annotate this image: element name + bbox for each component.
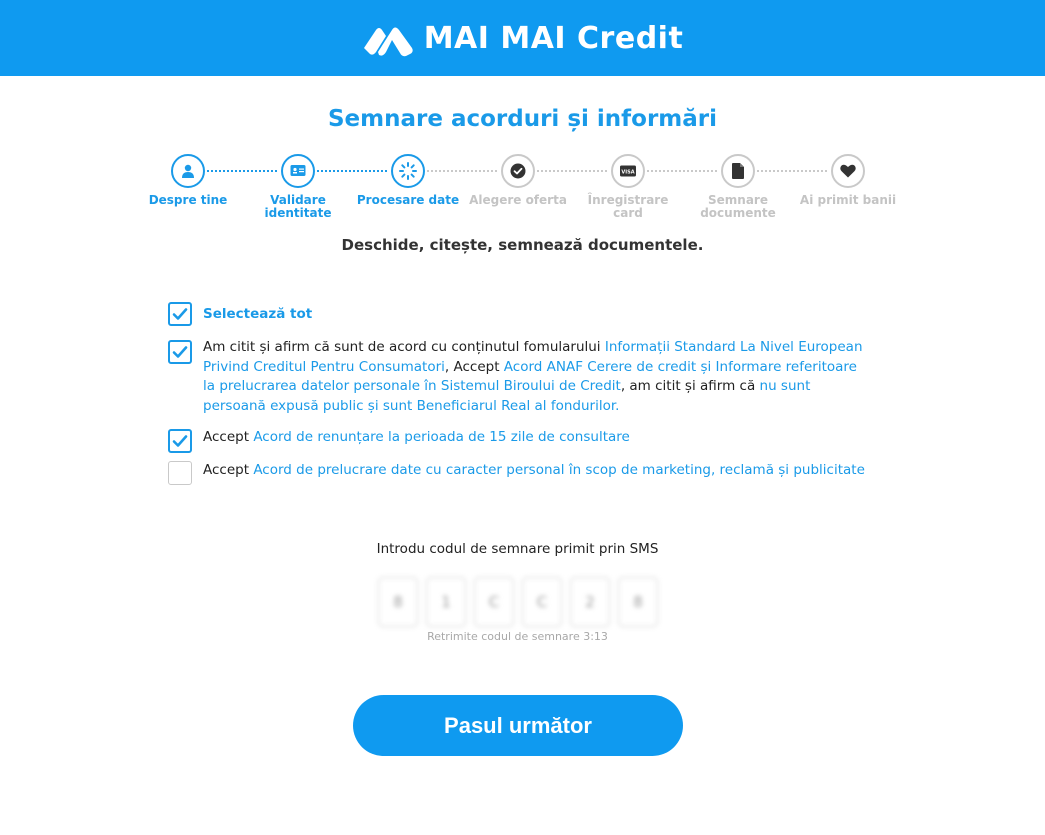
agreement-marketing-row: Accept Acord de prelucrare date cu carac…	[168, 461, 868, 485]
svg-text:VISA: VISA	[621, 169, 634, 175]
checkmark-icon	[172, 346, 188, 358]
agreement-consult-text: Accept Acord de renunțare la perioada de…	[203, 429, 630, 453]
agreement-marketing-text: Accept Acord de prelucrare date cu carac…	[203, 461, 868, 485]
agreement-main-text: Am citit și afirm că sunt de acord cu co…	[203, 338, 868, 416]
brand[interactable]: MAI MAI Credit	[362, 18, 684, 58]
step-validare-identitate: Validare identitate	[243, 154, 353, 220]
sms-code-label: Introdu codul de semnare primit prin SMS	[376, 541, 659, 557]
step-circle: VISA	[611, 154, 645, 188]
sms-code-digit[interactable]: C	[522, 577, 562, 627]
sms-code-digit[interactable]: 8	[378, 577, 418, 627]
step-alegere-oferta: Alegere oferta	[463, 154, 573, 207]
next-step-button[interactable]: Pasul următor	[353, 695, 683, 756]
select-all-label[interactable]: Selectează tot	[203, 302, 312, 326]
agreement-text: Am citit și afirm că sunt de acord cu co…	[203, 339, 605, 355]
step-label: Despre tine	[148, 193, 228, 207]
spinner-icon	[399, 162, 417, 180]
agreement-marketing-checkbox[interactable]	[168, 461, 192, 485]
document-icon	[732, 163, 744, 179]
sms-code-digit[interactable]: 8	[618, 577, 658, 627]
progress-stepper: Despre tine Validare identitate Procesare…	[133, 154, 913, 224]
brand-name: MAI MAI Credit	[423, 20, 684, 56]
agreement-main-checkbox[interactable]	[168, 340, 192, 364]
header-bar: MAI MAI Credit	[0, 0, 1045, 76]
step-circle	[501, 154, 535, 188]
step-label: Semnare documente	[700, 193, 776, 220]
checkmark-icon	[172, 435, 188, 447]
page-title: Semnare acorduri și informări	[327, 106, 718, 132]
agreement-text: , Accept	[444, 358, 504, 375]
link-renuntare-15-zile[interactable]: Acord de renunțare la perioada de 15 zil…	[253, 429, 630, 445]
step-label: Alegere oferta	[469, 193, 567, 207]
agreement-text: , am citit și afirm că	[620, 378, 760, 394]
step-procesare-date: Procesare date	[353, 154, 463, 207]
step-label: Înregistrare card	[587, 193, 669, 220]
agreement-text: Accept	[203, 429, 254, 445]
resend-code-timer[interactable]: Retrimite codul de semnare 3:13	[0, 630, 1035, 643]
step-circle	[831, 154, 865, 188]
step-ai-primit-banii: Ai primit banii	[793, 154, 903, 207]
step-inregistrare-card: VISA Înregistrare card	[573, 154, 683, 220]
agreement-consult-row: Accept Acord de renunțare la perioada de…	[168, 429, 630, 453]
link-marketing[interactable]: Acord de prelucrare date cu caracter per…	[253, 462, 865, 478]
step-semnare-documente: Semnare documente	[683, 154, 793, 220]
sms-code-inputs: 8 1 C C 2 8	[378, 577, 658, 627]
check-circle-icon	[510, 163, 526, 179]
sms-code-digit[interactable]: 2	[570, 577, 610, 627]
link-acord-anaf[interactable]: Acord ANAF Cerere de credit	[504, 359, 696, 375]
step-label: Ai primit banii	[799, 193, 897, 207]
agreement-main-row: Am citit și afirm că sunt de acord cu co…	[168, 338, 868, 416]
id-card-icon	[290, 165, 306, 176]
step-despre-tine: Despre tine	[133, 154, 243, 207]
sms-code-digit[interactable]: C	[474, 577, 514, 627]
select-all-checkbox[interactable]	[168, 302, 192, 326]
step-circle	[281, 154, 315, 188]
instructions-subtitle: Deschide, citește, semnează documentele.	[341, 236, 704, 254]
checkmark-icon	[172, 308, 188, 320]
agreement-consult-checkbox[interactable]	[168, 429, 192, 453]
step-circle	[171, 154, 205, 188]
select-all-row[interactable]: Selectează tot	[168, 302, 312, 326]
user-icon	[182, 164, 194, 178]
step-circle	[391, 154, 425, 188]
step-circle	[721, 154, 755, 188]
card-icon: VISA	[620, 165, 636, 177]
heart-icon	[840, 164, 856, 178]
step-label: Procesare date	[356, 193, 460, 207]
brand-logo-icon	[363, 27, 413, 57]
sms-code-digit[interactable]: 1	[426, 577, 466, 627]
step-label: Validare identitate	[264, 193, 332, 220]
agreement-text: Accept	[203, 462, 254, 478]
